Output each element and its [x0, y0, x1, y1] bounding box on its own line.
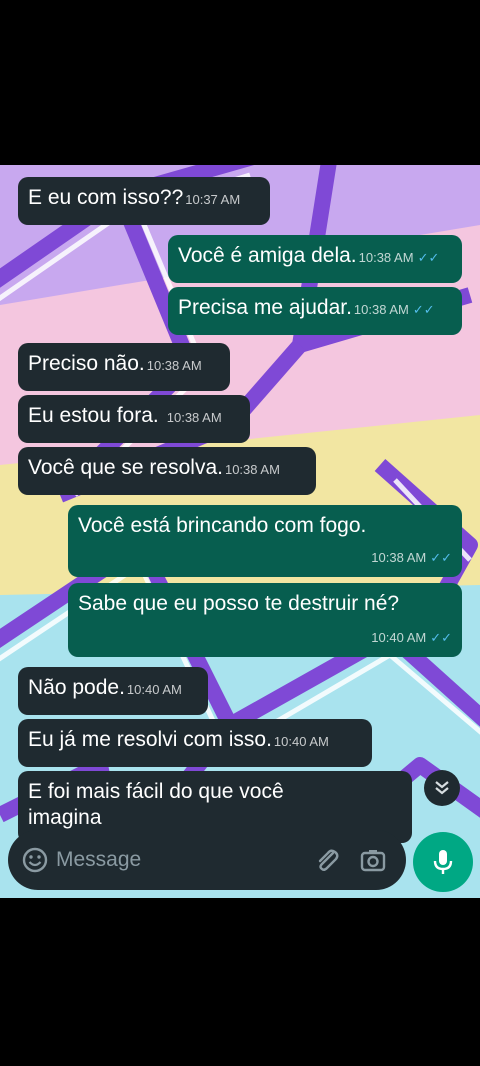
- message-text-line2: imagina: [28, 806, 102, 829]
- message-meta: 10:38 AM ✓✓: [371, 545, 452, 571]
- message-text: Você que se resolva.: [28, 456, 223, 479]
- message-text: Sabe que eu posso te destruir né?: [78, 592, 400, 615]
- incoming-message[interactable]: Eu já me resolvi com isso. 10:40 AM: [18, 719, 372, 767]
- message-text: Preciso não.: [28, 352, 145, 375]
- incoming-message[interactable]: Eu estou fora. 10:38 AM: [18, 395, 250, 443]
- message-text: Precisa me ajudar.: [178, 296, 352, 319]
- chat-area[interactable]: E eu com isso?? 10:37 AM Você é amiga del…: [0, 165, 480, 898]
- message-time: 10:37 AM: [185, 192, 241, 207]
- attach-button[interactable]: [314, 847, 340, 873]
- message-time: 10:38 AM: [371, 550, 427, 565]
- outgoing-message[interactable]: Você é amiga dela. 10:38 AM ✓✓: [168, 235, 462, 283]
- message-time: 10:38 AM: [166, 410, 222, 425]
- double-check-icon: ✓✓: [430, 630, 452, 645]
- scroll-down-button[interactable]: [424, 770, 460, 806]
- message-input[interactable]: Message: [56, 848, 314, 872]
- camera-icon: [360, 850, 386, 872]
- camera-button[interactable]: [360, 848, 386, 872]
- message-time: 10:38 AM: [146, 358, 202, 373]
- chevron-double-down-icon: [435, 781, 449, 795]
- mic-icon: [433, 850, 453, 874]
- double-check-icon: ✓✓: [412, 302, 435, 317]
- attach-icon: [318, 849, 339, 871]
- message-time: 10:38 AM: [358, 250, 414, 265]
- message-time: 10:40 AM: [371, 630, 427, 645]
- outgoing-message[interactable]: Sabe que eu posso te destruir né? 10:40 …: [68, 583, 462, 657]
- message-text: E eu com isso??: [28, 186, 184, 209]
- emoji-button[interactable]: [22, 847, 48, 873]
- message-text: E foi mais fácil do que você: [28, 780, 284, 803]
- message-time: 10:40 AM: [273, 734, 329, 749]
- voice-record-button[interactable]: [413, 832, 473, 892]
- outgoing-message[interactable]: Precisa me ajudar. 10:38 AM ✓✓: [168, 287, 462, 335]
- message-text: Você está brincando com fogo.: [78, 514, 367, 537]
- message-time: 10:40 AM: [126, 682, 182, 697]
- message-input-bar[interactable]: Message: [8, 830, 406, 890]
- double-check-icon: ✓✓: [417, 250, 440, 265]
- incoming-message[interactable]: Não pode. 10:40 AM: [18, 667, 208, 715]
- double-check-icon: ✓✓: [430, 550, 452, 565]
- message-text: Não pode.: [28, 676, 125, 699]
- message-text: Você é amiga dela.: [178, 244, 357, 267]
- message-text: Eu já me resolvi com isso.: [28, 728, 272, 751]
- message-meta: 10:40 AM ✓✓: [371, 625, 452, 651]
- incoming-message[interactable]: Você que se resolva. 10:38 AM: [18, 447, 316, 495]
- message-time: 10:38 AM: [224, 462, 280, 477]
- incoming-message[interactable]: Preciso não. 10:38 AM: [18, 343, 230, 391]
- incoming-message[interactable]: E eu com isso?? 10:37 AM: [18, 177, 270, 225]
- outgoing-message[interactable]: Você está brincando com fogo. 10:38 AM ✓✓: [68, 505, 462, 577]
- message-text: Eu estou fora.: [28, 404, 159, 427]
- emoji-icon: [22, 847, 48, 873]
- message-time: 10:38 AM: [353, 302, 409, 317]
